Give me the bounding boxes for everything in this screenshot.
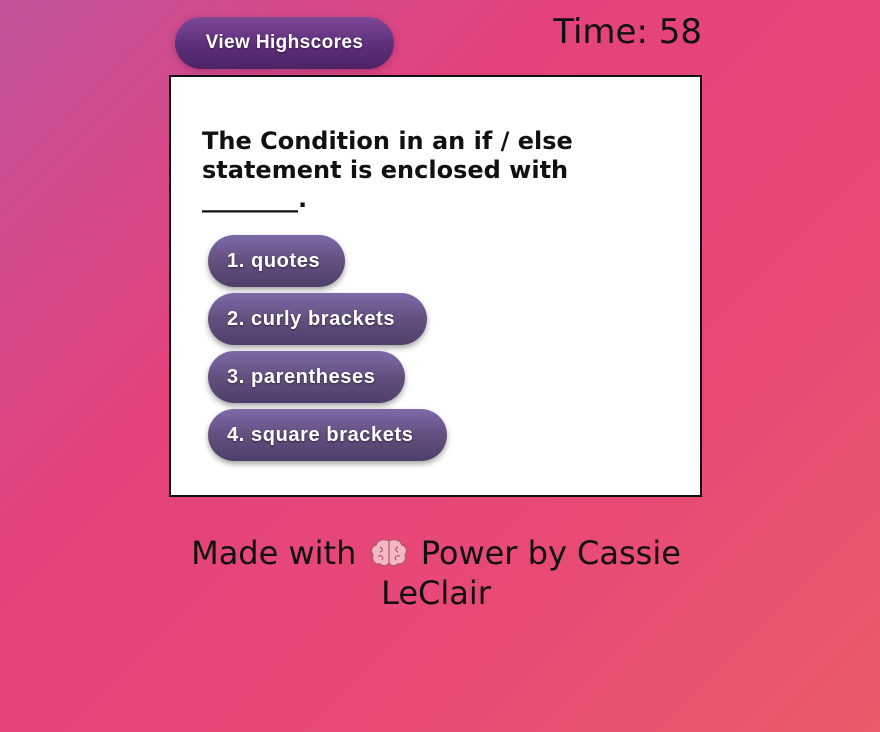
footer-suffix: Power by Cassie LeClair — [381, 534, 681, 612]
quiz-card: The Condition in an if / else statement … — [169, 75, 702, 497]
question-text: The Condition in an if / else statement … — [202, 127, 573, 213]
footer-prefix: Made with — [191, 534, 357, 572]
timer: Time: 58 — [553, 12, 702, 52]
answer-button-4[interactable]: 4. square brackets — [208, 409, 447, 461]
brain-icon — [370, 538, 407, 567]
answer-button-2[interactable]: 2. curly brackets — [208, 293, 427, 345]
answer-button-1[interactable]: 1. quotes — [208, 235, 345, 287]
view-highscores-button[interactable]: View Highscores — [175, 17, 394, 69]
footer-credit: Made with Power by Cassie LeClair — [180, 533, 692, 613]
answer-button-3[interactable]: 3. parentheses — [208, 351, 405, 403]
